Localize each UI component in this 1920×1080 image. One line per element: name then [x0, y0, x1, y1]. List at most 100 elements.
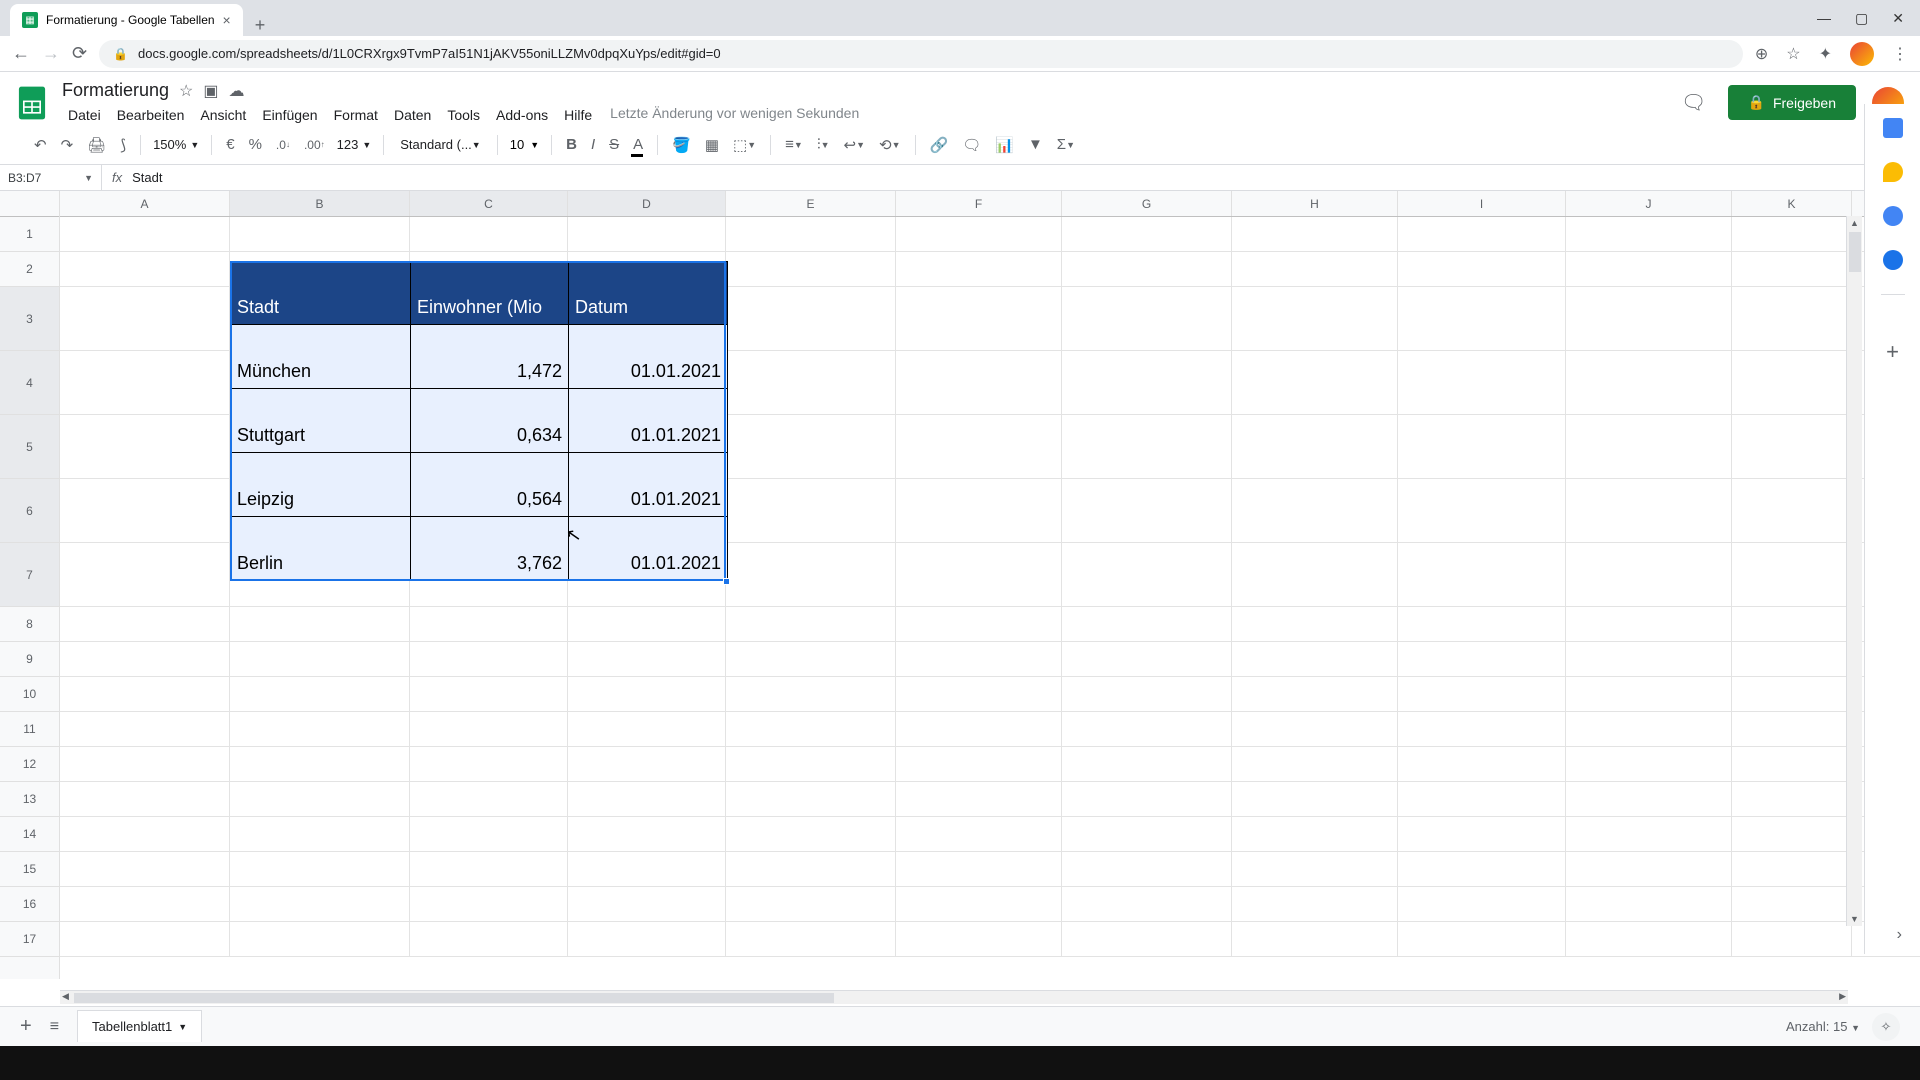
row-header[interactable]: 17: [0, 922, 59, 957]
cell[interactable]: [230, 747, 410, 781]
cell[interactable]: [410, 817, 568, 851]
cell[interactable]: [1566, 607, 1732, 641]
cell[interactable]: [896, 852, 1062, 886]
url-bar[interactable]: 🔒 docs.google.com/spreadsheets/d/1L0CRXr…: [99, 40, 1743, 68]
cell[interactable]: [230, 642, 410, 676]
row-header[interactable]: 6: [0, 479, 59, 543]
cell[interactable]: [896, 922, 1062, 956]
cell[interactable]: [1566, 747, 1732, 781]
fill-color-icon[interactable]: 🪣: [666, 130, 697, 160]
table-cell[interactable]: Stuttgart: [231, 389, 411, 452]
cell[interactable]: [1232, 782, 1398, 816]
cell[interactable]: [230, 677, 410, 711]
bold-icon[interactable]: B: [560, 130, 583, 159]
menu-addons[interactable]: Add-ons: [490, 105, 554, 125]
cell[interactable]: [568, 677, 726, 711]
selection-stats[interactable]: Anzahl: 15 ▼: [1786, 1019, 1860, 1034]
cell[interactable]: [896, 782, 1062, 816]
comments-icon[interactable]: 🗨: [1676, 85, 1712, 121]
cell[interactable]: [1062, 747, 1232, 781]
cell[interactable]: [60, 887, 230, 921]
menu-hilfe[interactable]: Hilfe: [558, 105, 598, 125]
cell[interactable]: [896, 287, 1062, 350]
share-button[interactable]: 🔒 Freigeben: [1728, 85, 1856, 120]
cell[interactable]: [230, 607, 410, 641]
cell[interactable]: [1566, 712, 1732, 746]
column-header[interactable]: E: [726, 191, 896, 216]
cell[interactable]: [1062, 922, 1232, 956]
cell[interactable]: [60, 782, 230, 816]
row-header[interactable]: 3: [0, 287, 59, 351]
cell[interactable]: [726, 543, 896, 606]
cell[interactable]: [410, 887, 568, 921]
table-header-einwohner[interactable]: Einwohner (Mio: [411, 262, 569, 324]
vertical-scrollbar[interactable]: ▲ ▼: [1846, 216, 1862, 926]
cell[interactable]: [568, 852, 726, 886]
cell[interactable]: [1566, 351, 1732, 414]
cell[interactable]: [1062, 351, 1232, 414]
row-header[interactable]: 11: [0, 712, 59, 747]
cell[interactable]: [1566, 252, 1732, 286]
cell[interactable]: [1566, 642, 1732, 676]
cell[interactable]: [410, 642, 568, 676]
table-cell[interactable]: 01.01.2021: [569, 325, 727, 388]
cell[interactable]: [1732, 479, 1852, 542]
cell[interactable]: [568, 747, 726, 781]
row-header[interactable]: 4: [0, 351, 59, 415]
cell[interactable]: [60, 351, 230, 414]
cell[interactable]: [568, 782, 726, 816]
cell[interactable]: [1398, 677, 1566, 711]
cell[interactable]: [726, 887, 896, 921]
row-header[interactable]: 12: [0, 747, 59, 782]
cell[interactable]: [1732, 817, 1852, 851]
close-window-icon[interactable]: ✕: [1892, 10, 1904, 27]
minimize-icon[interactable]: —: [1817, 10, 1831, 26]
sheet-tab[interactable]: Tabellenblatt1 ▼: [77, 1010, 202, 1042]
cell[interactable]: [60, 252, 230, 286]
cell[interactable]: [1566, 922, 1732, 956]
cell[interactable]: [1398, 782, 1566, 816]
row-header[interactable]: 16: [0, 887, 59, 922]
cell[interactable]: [60, 479, 230, 542]
cell[interactable]: [1062, 887, 1232, 921]
menu-ansicht[interactable]: Ansicht: [194, 105, 252, 125]
cell[interactable]: [1566, 479, 1732, 542]
tasks-icon[interactable]: [1883, 206, 1903, 226]
undo-icon[interactable]: ↶: [28, 130, 53, 160]
cell[interactable]: [1566, 817, 1732, 851]
menu-daten[interactable]: Daten: [388, 105, 437, 125]
cell[interactable]: [1062, 479, 1232, 542]
cell[interactable]: [1566, 852, 1732, 886]
cell[interactable]: [726, 712, 896, 746]
cell[interactable]: [896, 607, 1062, 641]
star-doc-icon[interactable]: ☆: [179, 81, 193, 101]
cell[interactable]: [1062, 287, 1232, 350]
cell[interactable]: [1232, 607, 1398, 641]
cell[interactable]: [1566, 677, 1732, 711]
cell[interactable]: [726, 217, 896, 251]
text-color-icon[interactable]: A: [627, 130, 649, 159]
contacts-icon[interactable]: [1883, 250, 1903, 270]
horizontal-scrollbar[interactable]: ◀ ▶: [60, 990, 1848, 1004]
table-row[interactable]: Leipzig0,56401.01.2021: [230, 453, 728, 517]
h-align-icon[interactable]: ≡ ▼: [779, 130, 809, 159]
cell[interactable]: [1232, 922, 1398, 956]
cell[interactable]: [726, 782, 896, 816]
cell[interactable]: [1062, 252, 1232, 286]
table-cell[interactable]: Berlin: [231, 517, 411, 580]
move-doc-icon[interactable]: ▣: [203, 81, 218, 101]
merge-cells-icon[interactable]: ⬚ ▼: [727, 130, 762, 160]
cloud-status-icon[interactable]: ☁: [229, 81, 245, 101]
add-sidepanel-icon[interactable]: +: [1886, 339, 1899, 365]
selection-handle[interactable]: [723, 578, 730, 585]
cell[interactable]: [1732, 217, 1852, 251]
sheet-tab-menu-icon[interactable]: ▼: [178, 1022, 187, 1032]
cell[interactable]: [410, 747, 568, 781]
cell[interactable]: [60, 747, 230, 781]
column-header[interactable]: G: [1062, 191, 1232, 216]
column-header[interactable]: C: [410, 191, 568, 216]
table-cell[interactable]: 0,634: [411, 389, 569, 452]
column-header[interactable]: B: [230, 191, 410, 216]
cell[interactable]: [1398, 642, 1566, 676]
cell[interactable]: [1062, 677, 1232, 711]
